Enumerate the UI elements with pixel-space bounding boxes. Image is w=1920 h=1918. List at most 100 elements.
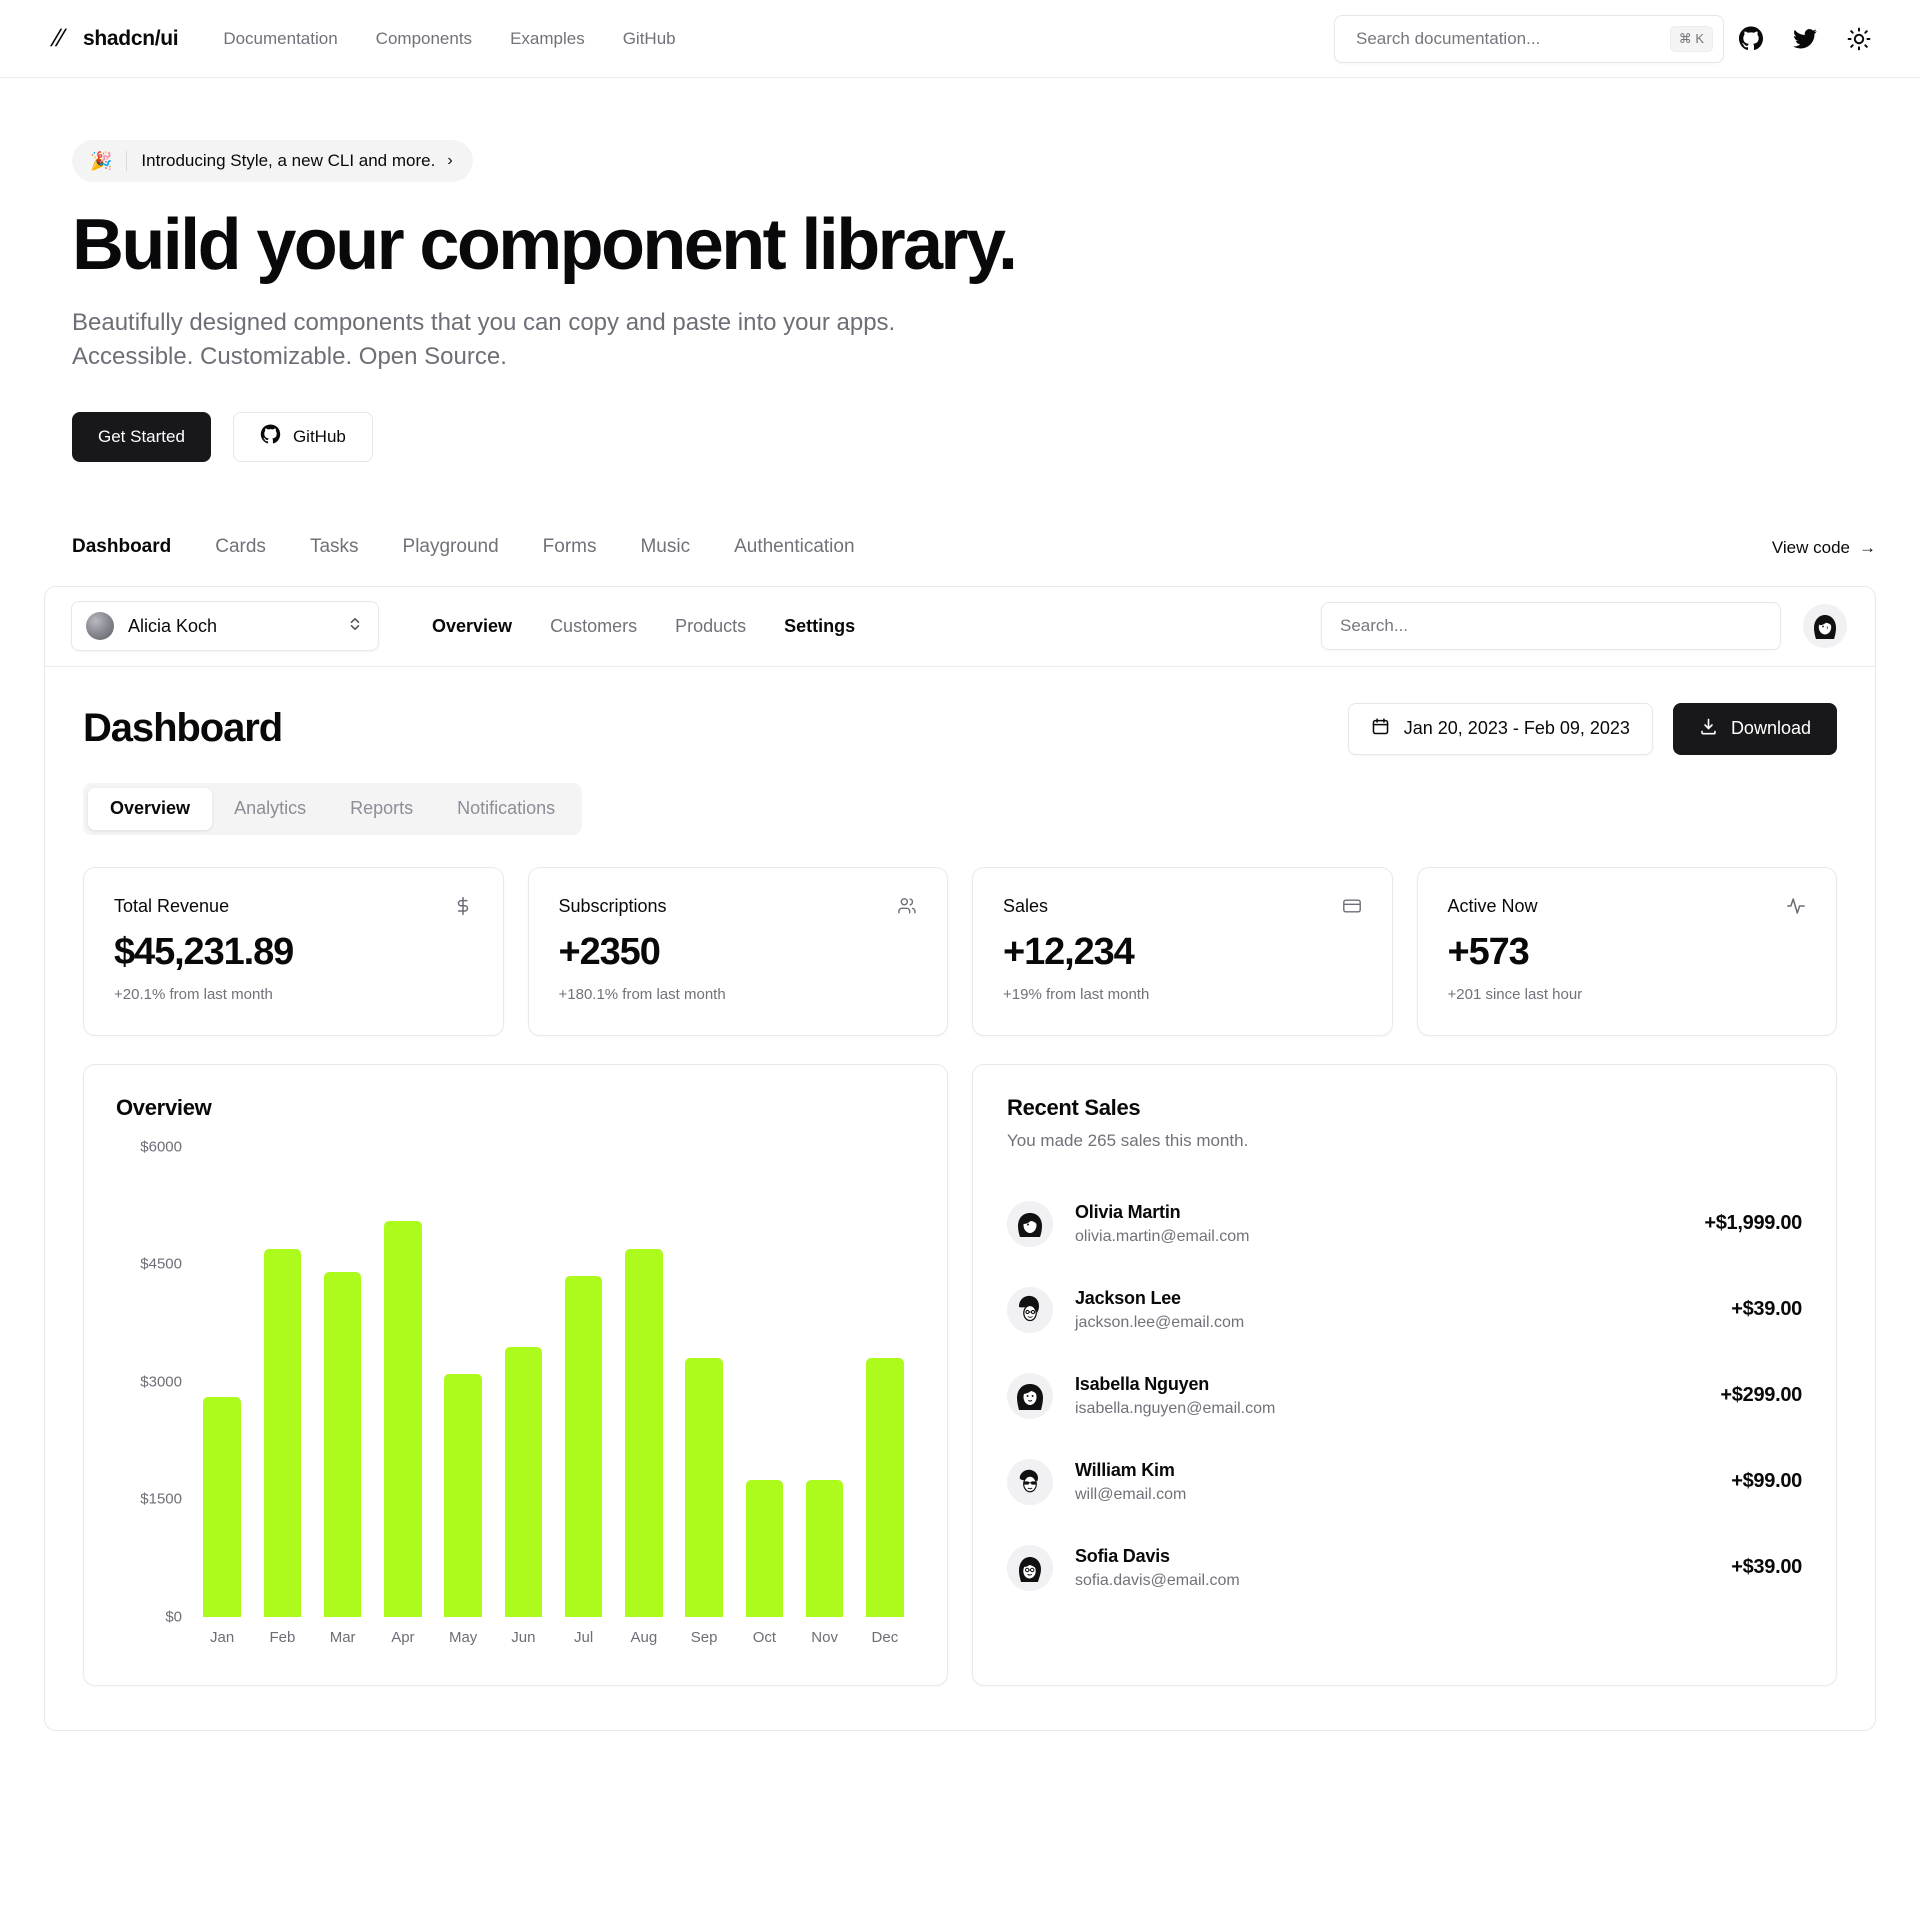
overview-bar-chart: $6000$4500$3000$1500$0 JanFebMarAprMayJu… (116, 1147, 915, 1659)
download-button[interactable]: Download (1673, 703, 1837, 755)
stat-card-active-now: Active Now +573 +201 since last hour (1417, 867, 1838, 1036)
twitter-icon[interactable] (1778, 12, 1832, 66)
sun-icon[interactable] (1832, 12, 1886, 66)
chart-bar[interactable] (444, 1374, 481, 1617)
recent-sale-name: Jackson Lee (1075, 1288, 1244, 1309)
date-range-picker[interactable]: Jan 20, 2023 - Feb 09, 2023 (1348, 703, 1653, 755)
github-button-label: GitHub (293, 427, 346, 447)
announcement-badge[interactable]: 🎉 Introducing Style, a new CLI and more.… (72, 140, 473, 182)
chart-bar[interactable] (324, 1272, 361, 1617)
chart-bar-column[interactable] (614, 1147, 674, 1617)
examples-tabs: Dashboard Cards Tasks Playground Forms M… (72, 536, 877, 558)
brand-name: shadcn/ui (83, 27, 178, 51)
tab-forms[interactable]: Forms (521, 536, 619, 558)
nav-link-github[interactable]: GitHub (604, 29, 695, 49)
search-shortcut-badge: ⌘ K (1670, 26, 1713, 52)
nav-link-components[interactable]: Components (357, 29, 491, 49)
activity-icon (1786, 896, 1806, 916)
dashboard-tab-analytics[interactable]: Analytics (212, 788, 328, 830)
credit-card-icon (1342, 896, 1362, 916)
top-nav-right-cluster: Search documentation... ⌘ K (1334, 12, 1886, 66)
dashboard-tab-reports[interactable]: Reports (328, 788, 435, 830)
nav-link-examples[interactable]: Examples (491, 29, 604, 49)
chart-bars (192, 1147, 915, 1617)
stat-label: Total Revenue (114, 896, 229, 917)
calendar-icon (1371, 717, 1390, 741)
tab-tasks[interactable]: Tasks (288, 536, 381, 558)
nav-link-documentation[interactable]: Documentation (214, 29, 356, 49)
chart-bar-column[interactable] (554, 1147, 614, 1617)
tab-authentication[interactable]: Authentication (712, 536, 876, 558)
dashboard-nav-products[interactable]: Products (656, 616, 765, 637)
chart-x-tick: Dec (855, 1629, 915, 1646)
dashboard-preview-shell: Alicia Koch Overview Customers Products … (44, 586, 1876, 1731)
chart-bar[interactable] (866, 1358, 903, 1617)
search-documentation-input[interactable]: Search documentation... ⌘ K (1334, 15, 1724, 63)
chart-bar-column[interactable] (734, 1147, 794, 1617)
badge-divider (126, 151, 127, 171)
chart-bar-column[interactable] (373, 1147, 433, 1617)
dashboard-nav-overview[interactable]: Overview (413, 616, 531, 637)
tab-dashboard[interactable]: Dashboard (72, 536, 193, 558)
chart-x-tick: Sep (674, 1629, 734, 1646)
dashboard-search-input[interactable]: Search... (1321, 602, 1781, 650)
team-name: Alicia Koch (128, 616, 333, 637)
chart-bar-column[interactable] (433, 1147, 493, 1617)
recent-sale-row[interactable]: William Kimwill@email.com+$99.00 (1007, 1439, 1802, 1525)
stat-subtext: +19% from last month (1003, 986, 1362, 1003)
chart-bar[interactable] (625, 1249, 662, 1617)
chart-bar[interactable] (565, 1276, 602, 1617)
dashboard-tab-overview[interactable]: Overview (88, 788, 212, 830)
chart-bar[interactable] (746, 1480, 783, 1617)
github-button[interactable]: GitHub (233, 412, 373, 462)
chart-bar-column[interactable] (493, 1147, 553, 1617)
download-label: Download (1731, 718, 1811, 739)
recent-sale-row[interactable]: Isabella Nguyenisabella.nguyen@email.com… (1007, 1353, 1802, 1439)
chart-x-tick: Oct (734, 1629, 794, 1646)
overview-chart-card: Overview $6000$4500$3000$1500$0 JanFebMa… (83, 1064, 948, 1686)
recent-sale-amount: +$39.00 (1731, 1298, 1802, 1321)
stat-value: +2350 (559, 931, 918, 974)
party-popper-icon: 🎉 (90, 151, 112, 172)
chart-bar[interactable] (384, 1221, 421, 1617)
chart-bar[interactable] (264, 1249, 301, 1617)
recent-sale-email: will@email.com (1075, 1486, 1186, 1504)
chart-bar-column[interactable] (795, 1147, 855, 1617)
chart-bar[interactable] (505, 1347, 542, 1617)
tab-music[interactable]: Music (618, 536, 712, 558)
recent-sale-info: Sofia Davissofia.davis@email.com (1075, 1546, 1240, 1590)
recent-sale-amount: +$99.00 (1731, 1470, 1802, 1493)
top-navigation-bar: // shadcn/ui Documentation Components Ex… (0, 0, 1920, 78)
chart-x-tick: Jan (192, 1629, 252, 1646)
user-avatar[interactable] (1803, 604, 1847, 648)
github-icon[interactable] (1724, 12, 1778, 66)
chart-y-tick: $0 (165, 1608, 182, 1625)
tab-cards[interactable]: Cards (193, 536, 288, 558)
dashboard-tab-notifications[interactable]: Notifications (435, 788, 577, 830)
brand-logo[interactable]: // shadcn/ui (44, 26, 178, 52)
stat-subtext: +201 since last hour (1448, 986, 1807, 1003)
chart-y-axis: $6000$4500$3000$1500$0 (116, 1147, 192, 1617)
download-icon (1699, 717, 1718, 741)
team-switcher[interactable]: Alicia Koch (71, 601, 379, 651)
chart-bar[interactable] (203, 1397, 240, 1616)
chart-bar-column[interactable] (674, 1147, 734, 1617)
dashboard-nav-customers[interactable]: Customers (531, 616, 656, 637)
chart-bar[interactable] (806, 1480, 843, 1617)
chart-bar-column[interactable] (192, 1147, 252, 1617)
recent-sale-row[interactable]: Olivia Martinolivia.martin@email.com+$1,… (1007, 1181, 1802, 1267)
recent-sale-row[interactable]: Jackson Lee jackson.lee@email.com +$39.00 (1007, 1267, 1802, 1353)
get-started-button[interactable]: Get Started (72, 412, 211, 462)
chart-bar[interactable] (685, 1358, 722, 1617)
chart-bar-column[interactable] (252, 1147, 312, 1617)
view-code-link[interactable]: View code → (1772, 538, 1876, 558)
chart-bar-column[interactable] (313, 1147, 373, 1617)
chart-y-tick: $1500 (140, 1491, 182, 1508)
tab-playground[interactable]: Playground (381, 536, 521, 558)
dashboard-nav-settings[interactable]: Settings (765, 616, 874, 637)
recent-sale-row[interactable]: Sofia Davissofia.davis@email.com+$39.00 (1007, 1525, 1802, 1611)
chart-x-tick: Nov (795, 1629, 855, 1646)
recent-sale-amount: +$299.00 (1720, 1384, 1802, 1407)
chart-bar-column[interactable] (855, 1147, 915, 1617)
recent-sale-email: jackson.lee@email.com (1075, 1314, 1244, 1332)
